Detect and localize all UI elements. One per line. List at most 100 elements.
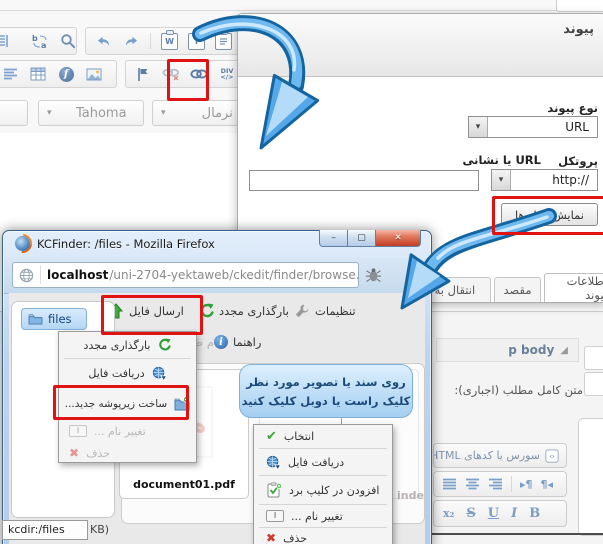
kcfinder-help-button[interactable]: i راهنما [214,335,261,349]
align-right-icon[interactable] [488,478,503,490]
browse-files-label: نمایش فایل ها [515,208,584,222]
menu-item-select[interactable]: ✔ انتخاب [254,425,392,448]
menu-item-download-file[interactable]: دریافت فایل [254,449,392,475]
menu-item-delete-file[interactable]: ✖ حذف [254,528,392,544]
address-bar-row: localhost/uni-2704-yektaweb/ckedit/finde… [4,258,430,294]
tab-link-info[interactable]: اطلاعات پیوند [544,273,603,302]
flash-glyph: f [59,67,74,82]
chevron-down-icon[interactable]: ▾ [469,117,488,137]
partial-right-panel [578,418,603,536]
url-path[interactable]: /uni-2704-yektaweb/ckedit/finder/browse.… [109,268,359,282]
close-window-button[interactable]: ✕ [375,230,421,247]
menu-item-new-subfolder[interactable]: ساخت زیرپوشه جدید... [59,388,196,420]
link-type-value: URL [488,120,597,134]
redo-icon[interactable] [122,32,140,50]
subscript-icon[interactable]: x₂ [443,508,454,519]
menu-item-rename-file[interactable]: I تغییر نام ... [254,505,392,527]
align-center-icon[interactable] [465,478,480,490]
menu-item-label: بارگذاری مجدد [84,339,151,352]
indent-icon[interactable] [0,32,11,50]
flash-icon[interactable]: f [57,65,75,83]
close-icon[interactable]: ✕ [246,21,262,37]
image-icon[interactable] [85,65,103,83]
firebug-icon[interactable] [365,267,382,286]
url-field-label: URL یا نشانی [418,153,541,167]
link-icon[interactable] [190,65,208,83]
minimize-button[interactable]: – [319,230,348,247]
protocol-label: پروتكل [558,154,598,168]
unlink-icon[interactable] [162,65,180,83]
kcfinder-settings-button[interactable]: تنظیمات [294,303,356,319]
hint-line2: کلیک راست یا دوبل کلیک کنید [242,394,411,408]
resize-handle-icon[interactable]: ◢ [560,345,568,356]
source-button[interactable]: ‹› سورس یا کدهای HTML [433,443,567,468]
fulltext-field-label: متن کامل مطلب (اجباری): [420,383,583,397]
screenshot-stage: ba W T [0,0,603,544]
italic-icon[interactable]: I [511,507,517,520]
file-context-menu: ✔ انتخاب دریافت فایل افزودن در کلیپ برد [253,424,393,544]
table-icon[interactable] [29,65,47,83]
text-direction-ltr-icon[interactable]: ▸¶ [520,478,533,491]
url-host[interactable]: localhost [47,268,108,282]
chevron-down-icon[interactable]: ▾ [492,170,511,190]
new-folder-icon [174,396,190,412]
bold-icon[interactable]: B [529,507,540,520]
help-label: راهنما [233,335,261,349]
status-link-popup: kcdir:/files [2,520,88,540]
upload-label: ارسال فایل [129,304,184,318]
justify-icon[interactable] [442,478,457,490]
font-dropdown[interactable]: ▾ Tahoma [38,100,144,126]
protocol-select[interactable]: ▾ http:// [491,169,598,191]
firefox-window: KCFinder: /files - Mozilla Firefox – ▢ ✕… [2,230,432,544]
bidi-icon[interactable]: ba [31,32,49,50]
elements-path-bar[interactable]: p body ◢ [436,338,579,362]
tab-target[interactable]: مقصد [494,277,541,302]
dialog-title: پیوند [563,22,594,37]
text-direction-rtl-icon[interactable]: ¶◂ [541,478,554,491]
undo-icon[interactable] [94,32,112,50]
elements-path-text[interactable]: p body [508,343,554,357]
menu-item-clipboard-add[interactable]: افزودن در کلیپ برد [254,476,392,504]
menu-item-label: حذف [283,532,307,544]
div-container-icon[interactable]: DIV</> [218,65,236,83]
url-bar[interactable]: localhost/uni-2704-yektaweb/ckedit/finde… [12,262,359,288]
search-icon[interactable] [59,32,77,50]
toolbar-top-border [0,10,603,11]
anchor-flag-icon[interactable] [134,65,152,83]
svg-text:b: b [32,34,38,43]
site-globe-icon[interactable] [19,268,34,283]
styles-dropdown[interactable]: ▾ [0,100,28,126]
menu-item-label: تغییر نام ... [94,425,146,438]
folder-icon [28,313,43,325]
urlbar-divider [40,266,41,284]
menu-item-label: افزودن در کلیپ برد [289,484,379,497]
menu-item-refresh[interactable]: بارگذاری مجدد [59,332,196,358]
browse-files-button[interactable]: نمایش فایل ها [501,203,598,226]
menu-item-download[interactable]: دریافت فایل [59,359,196,388]
paste-as-text-icon[interactable]: T [188,33,205,50]
check-icon: ✔ [266,430,277,443]
blockquote-icon[interactable] [1,65,19,83]
paste-from-word-icon[interactable]: W [161,33,178,50]
paste-icon[interactable] [215,33,232,50]
menu-item-rename[interactable]: I تغییر نام ... [59,420,196,442]
folder-item-files[interactable]: files [21,308,87,330]
wrench-icon [294,303,310,319]
menu-item-delete[interactable]: ✖ حذف [59,442,196,464]
partial-side-button-1 [584,346,603,370]
underline-icon[interactable]: U [488,507,499,520]
svg-text:‹›: ‹› [549,452,555,460]
toolbar-group-clipboard: W T [85,27,247,55]
toolbar-group-links: DIV</> [125,60,245,88]
info-icon: i [214,335,228,349]
url-input[interactable] [249,170,479,191]
link-type-select[interactable]: ▾ URL [468,116,598,138]
chevron-down-icon: ▾ [153,108,174,118]
kcfinder-upload-button[interactable]: ارسال فایل [108,303,184,319]
folder-context-menu: بارگذاری مجدد دریافت فایل ساخت زیرپوشه ج… [58,331,197,463]
kcfinder-refresh-button[interactable]: بارگذاری مجدد [198,303,289,319]
font-dropdown-value: Tahoma [60,106,143,121]
maximize-button[interactable]: ▢ [347,230,376,247]
strikethrough-icon[interactable]: S [466,507,475,520]
delete-icon: ✖ [69,447,79,459]
